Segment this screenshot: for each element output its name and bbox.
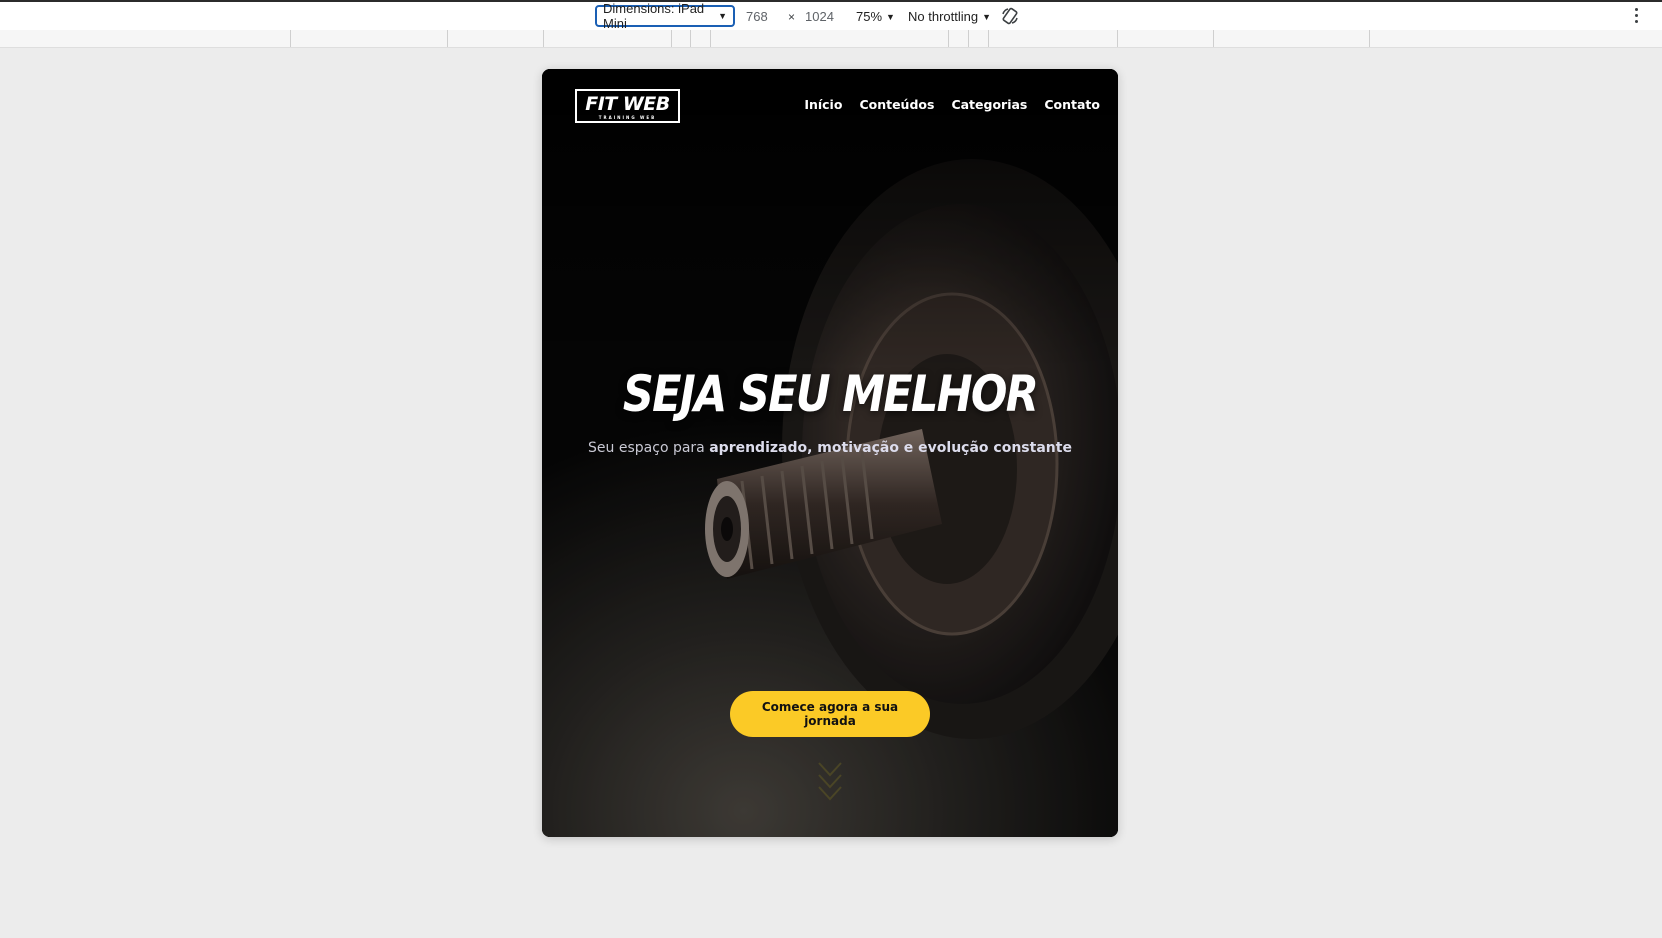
logo-subtext: TRAINING WEB (598, 115, 657, 120)
hero-title: SEJA SEU MELHOR (622, 365, 1039, 423)
times-icon: × (788, 10, 796, 24)
height-input[interactable]: 1024 (805, 9, 834, 24)
main-nav: Início Conteúdos Categorias Contato (804, 97, 1100, 112)
zoom-value: 75% (856, 9, 883, 24)
site-logo[interactable]: FIT WEB TRAINING WEB (575, 89, 680, 123)
dimensions-select[interactable]: Dimensions: iPad Mini ▼ (595, 1, 735, 31)
media-query-ruler[interactable] (0, 30, 1662, 48)
logo-text: FIT WEB (585, 93, 670, 115)
rotate-icon[interactable] (1000, 6, 1020, 26)
throttling-value: No throttling (908, 9, 979, 24)
caret-down-icon: ▼ (886, 11, 895, 22)
device-viewport: FIT WEB TRAINING WEB Início Conteúdos Ca… (542, 69, 1118, 837)
nav-link-conteudos[interactable]: Conteúdos (859, 97, 934, 112)
start-journey-button[interactable]: Comece agora a sua jornada (730, 691, 930, 737)
nav-link-inicio[interactable]: Início (804, 97, 842, 112)
dimensions-label: Dimensions: iPad Mini (603, 1, 705, 31)
hero-subtitle-plain: Seu espaço para (588, 440, 710, 456)
zoom-select[interactable]: 75% ▼ (856, 9, 895, 24)
caret-down-icon: ▼ (982, 11, 992, 22)
hero-subtitle: Seu espaço para aprendizado, motivação e… (542, 440, 1118, 456)
scroll-down-chevron-icon[interactable] (815, 759, 845, 803)
hero-subtitle-bold: aprendizado, motivação e evolução consta… (709, 440, 1072, 456)
nav-link-categorias[interactable]: Categorias (951, 97, 1027, 112)
device-toolbar: Dimensions: iPad Mini ▼ 768 × 1024 75% ▼… (0, 0, 1662, 31)
nav-link-contato[interactable]: Contato (1044, 97, 1100, 112)
caret-down-icon: ▼ (718, 11, 727, 21)
more-options-icon[interactable] (1630, 8, 1642, 26)
width-input[interactable]: 768 (746, 9, 768, 24)
throttling-select[interactable]: No throttling ▼ (908, 9, 991, 24)
